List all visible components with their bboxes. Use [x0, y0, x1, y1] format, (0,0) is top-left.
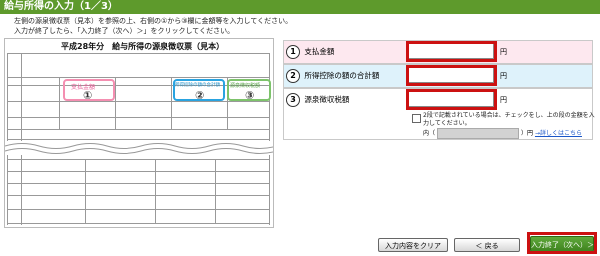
- row-1-unit: 円: [500, 48, 507, 56]
- back-button[interactable]: ＜ 戻る: [454, 238, 520, 252]
- instruction-line-1: 左側の源泉徴収票（見本）を参照の上、右側の①から③欄に金額等を入力してください。: [14, 17, 293, 25]
- inner-suffix: ）円: [521, 130, 534, 137]
- row-2-unit: 円: [500, 72, 507, 80]
- sample-num-2: ②: [195, 89, 205, 102]
- sample-withholding-slip: 平成28年分 給与所得の源泉徴収票（見本） 支払金額 ① 所得控除の額の合計額 …: [4, 38, 274, 228]
- inner-amount-input: [437, 128, 520, 139]
- finish-next-highlight: [527, 232, 597, 254]
- withholding-tax-required-outline: [406, 89, 497, 110]
- torn-edge-decoration: [5, 141, 273, 155]
- row-3-unit: 円: [500, 96, 507, 104]
- row-2-number: 2: [286, 69, 300, 83]
- clear-input-button[interactable]: 入力内容をクリア: [378, 238, 448, 252]
- two-tier-note: 2段で記載されている場合は、チェックをし、上の段の金額を入力してください。: [423, 112, 595, 127]
- page-title: 給与所得の入力（1／3）: [0, 0, 600, 14]
- row-1-label: 支払金額: [304, 47, 335, 56]
- row-2-label: 所得控除の額の合計額: [304, 71, 380, 80]
- row-3-label: 源泉徴収税額: [304, 95, 350, 104]
- row-3-number: 3: [286, 93, 300, 107]
- row-payment-amount: 1 支払金額 円: [283, 40, 593, 64]
- sample-highlight-withholding-label: 源泉徴収税額: [230, 83, 261, 89]
- payment-amount-required-outline: [406, 41, 497, 62]
- sample-num-3: ③: [245, 89, 255, 102]
- deduction-total-required-outline: [406, 65, 497, 86]
- two-tier-checkbox[interactable]: [412, 114, 421, 123]
- instruction-line-2: 入力が終了したら、「入力終了（次へ）＞」をクリックしてください。: [14, 27, 235, 35]
- row-deduction-total: 2 所得控除の額の合計額 円: [283, 64, 593, 88]
- sample-num-1: ①: [83, 89, 93, 102]
- sample-highlight-deduction-label: 所得控除の額の合計額: [175, 83, 220, 88]
- inner-prefix: 内（: [423, 130, 436, 137]
- sample-doc-title: 平成28年分 給与所得の源泉徴収票（見本）: [61, 42, 225, 51]
- detail-link[interactable]: →詳しくはこちら: [535, 130, 582, 137]
- instructions: 左側の源泉徴収票（見本）を参照の上、右側の①から③欄に金額等を入力してください。…: [14, 16, 292, 36]
- inner-amount-row: 内（ ）円 →詳しくはこちら: [423, 128, 582, 139]
- row-1-number: 1: [286, 45, 300, 59]
